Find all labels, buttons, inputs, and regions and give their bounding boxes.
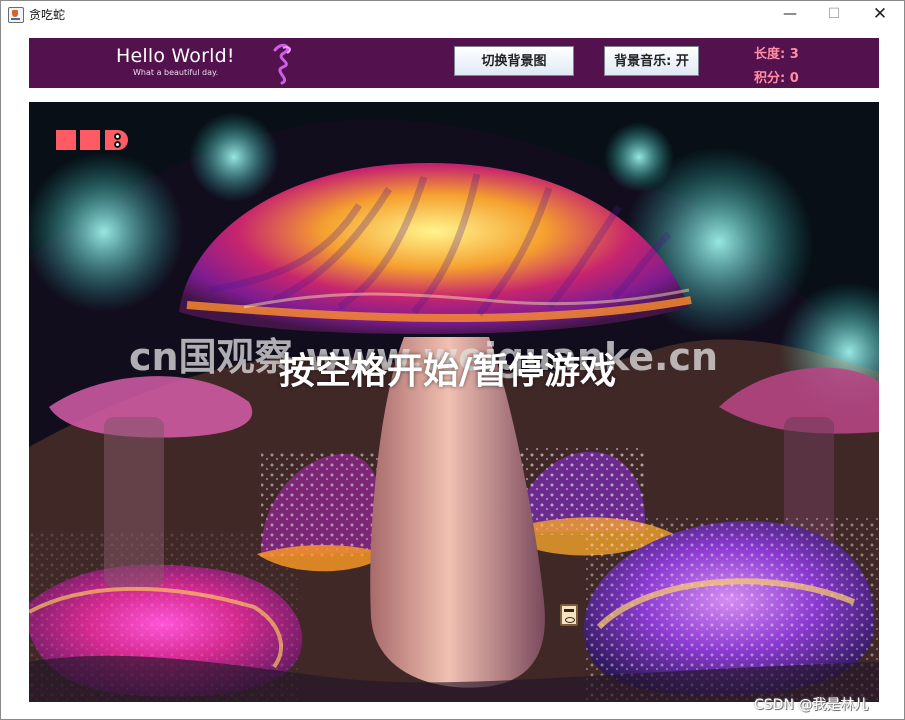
hello-title: Hello World!	[116, 45, 235, 67]
snake-body-segment	[56, 130, 76, 150]
snake-eye-icon	[114, 141, 121, 148]
length-label: 长度: 3	[754, 47, 799, 62]
java-app-icon	[8, 7, 24, 23]
window-title: 贪吃蛇	[29, 8, 66, 22]
food-icon	[560, 604, 578, 626]
game-board[interactable]: cn国观察 www.weiguanke.cn 按空格开始/暂停游戏	[29, 102, 879, 702]
start-pause-message: 按空格开始/暂停游戏	[279, 351, 617, 392]
background-music-button[interactable]: 背景音乐: 开	[604, 46, 699, 76]
switch-background-button[interactable]: 切换背景图	[454, 46, 574, 76]
minimize-button[interactable]: —	[767, 1, 813, 27]
window-titlebar: 贪吃蛇 — ☐ ✕	[1, 1, 904, 27]
snake-eye-icon	[114, 133, 121, 140]
score-label: 积分: 0	[754, 71, 799, 86]
mushroom-background-image	[29, 102, 879, 702]
snake-body-segment	[80, 130, 100, 150]
spiral-decoration-icon	[273, 43, 291, 85]
csdn-attribution: CSDN @我是林儿	[754, 697, 869, 713]
maximize-button[interactable]: ☐	[811, 1, 857, 27]
close-button[interactable]: ✕	[857, 1, 903, 27]
game-window: 贪吃蛇 — ☐ ✕ Hello World! What a beautiful …	[0, 0, 905, 720]
hello-subtitle: What a beautiful day.	[133, 68, 219, 77]
game-header: Hello World! What a beautiful day. 切换背景图…	[29, 38, 879, 88]
snake-head	[105, 130, 128, 150]
